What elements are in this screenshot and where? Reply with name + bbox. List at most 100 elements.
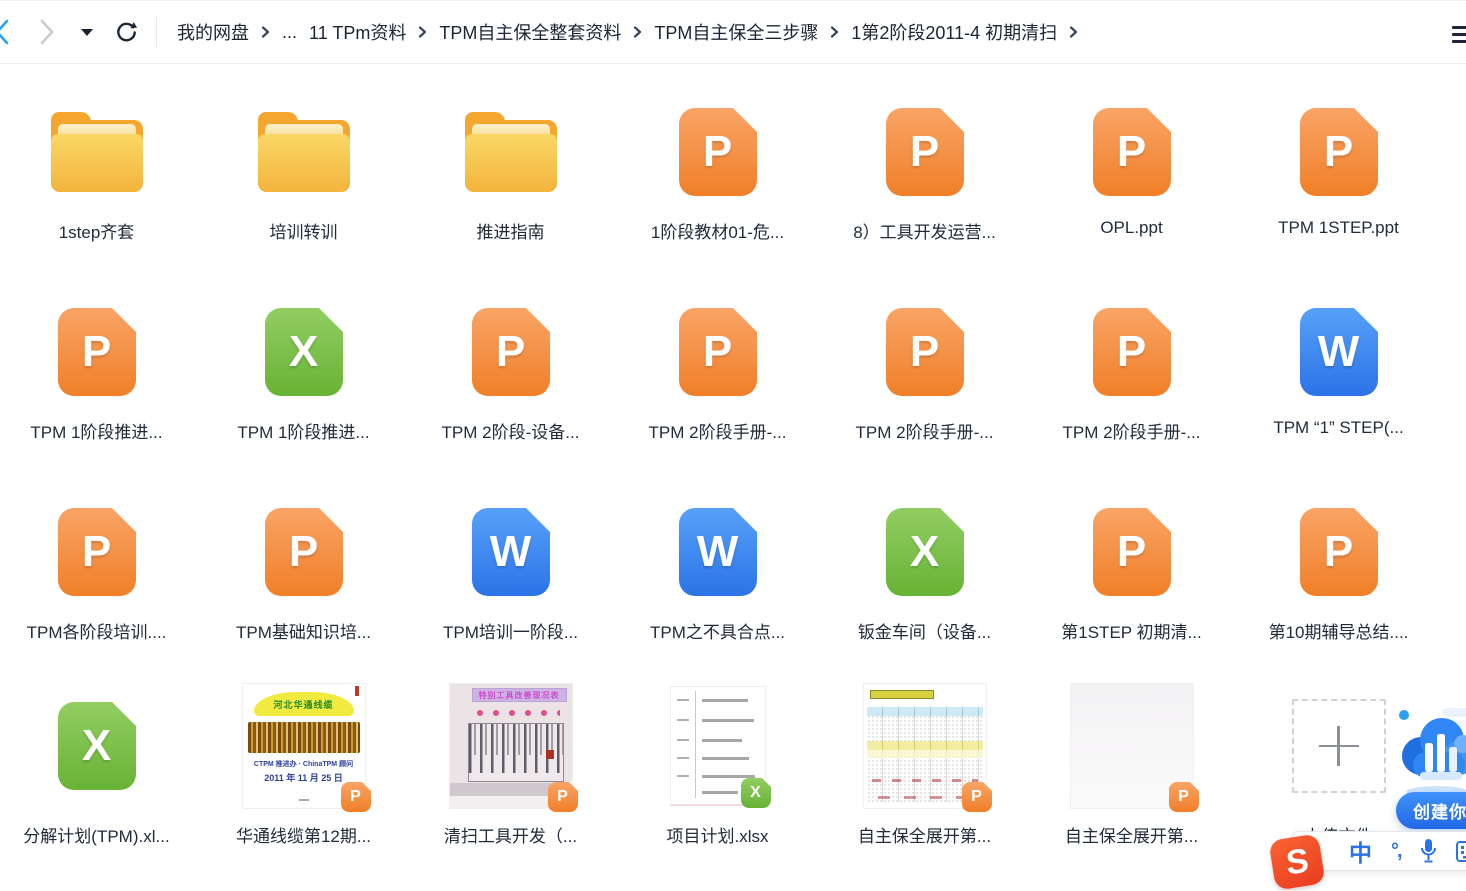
file-name: TPM 2阶段手册-...: [649, 418, 787, 443]
ppt-file-icon: P: [1300, 508, 1378, 596]
file-name: TPM 1STEP.ppt: [1278, 218, 1399, 238]
ppt-file-icon: P: [679, 308, 757, 396]
file-item[interactable]: 培训转训: [200, 100, 407, 243]
file-name: TPM培训一阶段...: [443, 618, 578, 643]
file-item[interactable]: P TPM基础知识培...: [200, 500, 407, 643]
file-name: 第1STEP 初期清...: [1061, 618, 1201, 643]
file-item[interactable]: X 分解计划(TPM).xl...: [0, 678, 200, 847]
file-item[interactable]: X 项目计划.xlsx: [614, 678, 821, 847]
file-item[interactable]: P TPM 2阶段-设备...: [407, 300, 614, 443]
file-name: 项目计划.xlsx: [667, 822, 769, 847]
plus-icon[interactable]: [1292, 699, 1386, 793]
ppt-file-icon: P: [1300, 108, 1378, 196]
sogou-ime-logo-icon[interactable]: S: [1268, 833, 1325, 890]
hamburger-menu-icon[interactable]: [1452, 26, 1466, 43]
toolbar: 我的网盘 ... 11 TPm资料 TPM自主保全整套资料 TPM自主保全三步骤…: [0, 0, 1466, 64]
file-name: OPL.ppt: [1100, 218, 1162, 238]
ppt-file-icon: P: [679, 108, 757, 196]
cloud-bar-chart-mascot-icon[interactable]: [1392, 702, 1466, 805]
toolbar-divider: [156, 17, 157, 47]
history-dropdown-icon[interactable]: [81, 29, 93, 36]
ppt-file-icon: P: [58, 508, 136, 596]
file-name: TPM 1阶段推进...: [237, 418, 369, 443]
file-thumbnail: P: [1070, 683, 1194, 809]
file-item[interactable]: X TPM 1阶段推进...: [200, 300, 407, 443]
file-thumbnail: P: [863, 683, 987, 809]
file-name: TPM之不具合点...: [650, 618, 785, 643]
ime-punctuation-mode[interactable]: °,: [1391, 840, 1401, 863]
file-name: TPM 2阶段手册-...: [1063, 418, 1201, 443]
file-item[interactable]: P TPM 2阶段手册-...: [614, 300, 821, 443]
file-item[interactable]: P 第1STEP 初期清...: [1028, 500, 1235, 643]
file-item[interactable]: P 自主保全展开第...: [1028, 678, 1235, 847]
chevron-right-icon: [632, 25, 643, 39]
ppt-badge-icon: P: [548, 782, 578, 812]
breadcrumb-item-current[interactable]: 1第2阶段2011-4 初期清扫: [851, 19, 1057, 45]
file-item[interactable]: P 1阶段教材01-危...: [614, 100, 821, 243]
folder-icon: [465, 112, 557, 192]
refresh-icon[interactable]: [115, 21, 138, 44]
file-name: TPM基础知识培...: [236, 618, 371, 643]
file-item[interactable]: X 钣金车间（设备...: [821, 500, 1028, 643]
breadcrumb-item[interactable]: TPM自主保全整套资料: [439, 19, 621, 45]
file-item[interactable]: 河北华通线缆 CTPM 推进办 · ChinaTPM 顾问 2011 年 11 …: [200, 678, 407, 847]
file-item[interactable]: W TPM “1” STEP(...: [1235, 300, 1442, 443]
file-name: TPM 1阶段推进...: [30, 418, 162, 443]
file-grid-row: 1step齐套 培训转训 推进指南 P 1阶段教材01-危... P 8）工具开…: [0, 100, 1442, 243]
breadcrumb-item-collapsed[interactable]: ...: [282, 22, 297, 43]
chevron-right-icon: [417, 25, 428, 39]
file-item[interactable]: 推进指南: [407, 100, 614, 243]
file-grid-row: P TPM 1阶段推进... X TPM 1阶段推进... P TPM 2阶段-…: [0, 300, 1442, 443]
excel-file-icon: X: [265, 308, 343, 396]
microphone-icon[interactable]: [1420, 838, 1437, 864]
file-name: TPM “1” STEP(...: [1273, 418, 1403, 438]
file-item[interactable]: 1step齐套: [0, 100, 200, 243]
breadcrumb-item[interactable]: TPM自主保全三步骤: [654, 19, 818, 45]
keyboard-icon[interactable]: [1456, 841, 1466, 862]
forward-icon[interactable]: [35, 18, 57, 46]
file-name: 分解计划(TPM).xl...: [23, 822, 169, 847]
file-item[interactable]: P TPM 1阶段推进...: [0, 300, 200, 443]
file-name: 华通线缆第12期...: [236, 822, 371, 847]
excel-file-icon: X: [886, 508, 964, 596]
file-name: 自主保全展开第...: [858, 822, 991, 847]
file-name: 8）工具开发运营...: [853, 218, 996, 243]
create-promo-button[interactable]: 创建你的: [1396, 792, 1466, 829]
word-file-icon: W: [1300, 308, 1378, 396]
file-name: TPM各阶段培训....: [27, 618, 167, 643]
back-icon[interactable]: [0, 18, 13, 46]
ppt-file-icon: P: [1093, 508, 1171, 596]
excel-file-icon: X: [58, 702, 136, 790]
file-item[interactable]: P 自主保全展开第...: [821, 678, 1028, 847]
excel-badge-icon: X: [741, 778, 771, 808]
file-item[interactable]: P TPM 2阶段手册-...: [821, 300, 1028, 443]
file-name: 推进指南: [477, 218, 545, 243]
breadcrumb-item[interactable]: 11 TPm资料: [309, 19, 406, 45]
ppt-file-icon: P: [472, 308, 550, 396]
file-item[interactable]: W TPM之不具合点...: [614, 500, 821, 643]
word-file-icon: W: [679, 508, 757, 596]
file-item[interactable]: P TPM 1STEP.ppt: [1235, 100, 1442, 243]
file-item[interactable]: W TPM培训一阶段...: [407, 500, 614, 643]
file-item[interactable]: P 8）工具开发运营...: [821, 100, 1028, 243]
thumbnail-title-art: [248, 722, 360, 753]
ime-language-mode[interactable]: 中: [1349, 834, 1372, 868]
file-name: TPM 2阶段-设备...: [442, 418, 580, 443]
file-item[interactable]: 特别工具改善现况表 P 清扫工具开发（...: [407, 678, 614, 847]
file-name: 钣金车间（设备...: [858, 618, 991, 643]
ppt-badge-icon: P: [1169, 782, 1199, 812]
folder-icon: [51, 112, 143, 192]
breadcrumb-item-root[interactable]: 我的网盘: [177, 19, 249, 45]
file-name: 1step齐套: [59, 218, 135, 243]
ppt-badge-icon: P: [341, 782, 371, 812]
ppt-file-icon: P: [58, 308, 136, 396]
file-thumbnail: 河北华通线缆 CTPM 推进办 · ChinaTPM 顾问 2011 年 11 …: [242, 683, 366, 809]
breadcrumb: 我的网盘 ... 11 TPm资料 TPM自主保全整套资料 TPM自主保全三步骤…: [175, 19, 1088, 45]
file-item[interactable]: P OPL.ppt: [1028, 100, 1235, 243]
file-item[interactable]: P 第10期辅导总结....: [1235, 500, 1442, 643]
file-item[interactable]: P TPM各阶段培训....: [0, 500, 200, 643]
file-thumbnail: 特别工具改善现况表 P: [449, 683, 573, 809]
cloud-drive-window: { "breadcrumb": { "items": ["我的网盘", "...…: [0, 0, 1466, 888]
file-item[interactable]: P TPM 2阶段手册-...: [1028, 300, 1235, 443]
file-name: 培训转训: [270, 218, 338, 243]
